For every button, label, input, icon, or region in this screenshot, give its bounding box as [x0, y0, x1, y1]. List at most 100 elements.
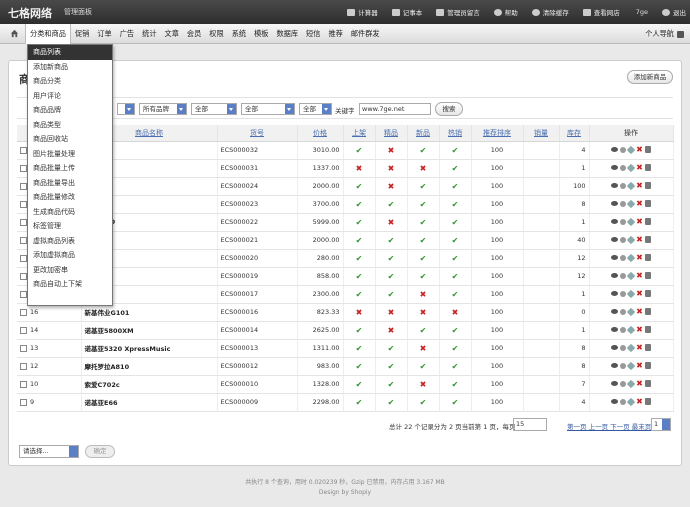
row-price[interactable]: 983.00 — [297, 357, 344, 376]
row-checkbox[interactable] — [20, 308, 27, 316]
row-flag-hot[interactable]: ✔ — [439, 195, 472, 214]
header-link-calculator[interactable]: 计算器 — [347, 7, 378, 17]
row-flag-hot[interactable]: ✔ — [439, 213, 472, 232]
delete-icon[interactable]: ✖ — [636, 325, 643, 333]
row-checkbox[interactable] — [20, 380, 27, 388]
row-stock[interactable]: 1 — [559, 159, 590, 178]
row-flag-new[interactable]: ✖ — [407, 375, 440, 394]
row-checkbox[interactable] — [20, 398, 27, 406]
row-stock[interactable]: 4 — [559, 393, 590, 412]
row-stock[interactable]: 8 — [559, 339, 590, 358]
row-sku[interactable]: ECS000032 — [217, 141, 298, 160]
edit-icon[interactable] — [620, 236, 627, 243]
edit-icon[interactable] — [620, 344, 627, 351]
row-checkbox[interactable] — [20, 182, 27, 190]
row-sort[interactable]: 100 — [471, 303, 524, 322]
row-name[interactable]: 诺基亚E66 — [81, 393, 218, 412]
row-price[interactable]: 5999.00 — [297, 213, 344, 232]
keyword-input[interactable]: www.7ge.net — [359, 103, 431, 115]
delete-icon[interactable]: ✖ — [636, 343, 643, 351]
row-price[interactable]: 2000.00 — [297, 231, 344, 250]
menu-item-add-product[interactable]: 添加新商品 — [28, 60, 112, 75]
row-sku[interactable]: ECS000016 — [217, 303, 298, 322]
row-flag-best[interactable]: ✔ — [375, 393, 408, 412]
nav-item-database[interactable]: 数据库 — [272, 24, 302, 44]
copy-icon[interactable] — [626, 163, 636, 172]
product-doc-icon[interactable] — [644, 344, 651, 351]
row-sku[interactable]: ECS000013 — [217, 339, 298, 358]
row-stock[interactable]: 8 — [559, 357, 590, 376]
copy-icon[interactable] — [626, 289, 636, 298]
row-flag-hot[interactable]: ✔ — [439, 159, 472, 178]
col-sort[interactable]: 推荐排序 — [471, 125, 524, 142]
row-price[interactable]: 1337.00 — [297, 159, 344, 178]
header-link-notepad[interactable]: 记事本 — [391, 7, 422, 17]
delete-icon[interactable]: ✖ — [636, 379, 643, 387]
product-doc-icon[interactable] — [644, 146, 651, 153]
product-doc-icon[interactable] — [644, 290, 651, 297]
filter-select-1[interactable]: 全部 — [191, 103, 237, 115]
col-stock[interactable]: 库存 — [559, 125, 590, 142]
row-sort[interactable]: 100 — [471, 231, 524, 250]
row-flag-on-sale[interactable]: ✔ — [343, 267, 376, 286]
col-hot[interactable]: 热销 — [439, 125, 472, 142]
row-sku[interactable]: ECS000009 — [217, 393, 298, 412]
view-icon[interactable] — [611, 381, 619, 386]
view-icon[interactable] — [611, 255, 619, 260]
row-flag-new[interactable]: ✔ — [407, 249, 440, 268]
menu-item-tags[interactable]: 标签管理 — [28, 219, 112, 234]
copy-icon[interactable] — [626, 379, 636, 388]
row-sku[interactable]: ECS000017 — [217, 285, 298, 304]
row-flag-hot[interactable]: ✖ — [439, 303, 472, 322]
row-flag-best[interactable]: ✔ — [375, 249, 408, 268]
header-link-view-store[interactable]: 查看网店 — [582, 7, 620, 17]
row-stock[interactable]: 1 — [559, 285, 590, 304]
delete-icon[interactable]: ✖ — [636, 145, 643, 153]
row-flag-on-sale[interactable]: ✔ — [343, 231, 376, 250]
row-stock[interactable]: 12 — [559, 249, 590, 268]
delete-icon[interactable]: ✖ — [636, 361, 643, 369]
row-flag-hot[interactable]: ✔ — [439, 285, 472, 304]
row-flag-hot[interactable]: ✔ — [439, 321, 472, 340]
edit-icon[interactable] — [620, 164, 627, 171]
product-doc-icon[interactable] — [644, 236, 651, 243]
nav-item-promotion[interactable]: 促销 — [71, 24, 93, 44]
menu-item-types[interactable]: 商品类型 — [28, 118, 112, 133]
delete-icon[interactable]: ✖ — [636, 217, 643, 225]
row-sku[interactable]: ECS000031 — [217, 159, 298, 178]
row-sort[interactable]: 100 — [471, 285, 524, 304]
row-flag-new[interactable]: ✔ — [407, 195, 440, 214]
view-icon[interactable] — [611, 399, 619, 404]
row-price[interactable]: 858.00 — [297, 267, 344, 286]
view-icon[interactable] — [611, 201, 619, 206]
product-doc-icon[interactable] — [644, 218, 651, 225]
nav-item-ads[interactable]: 广告 — [116, 24, 138, 44]
delete-icon[interactable]: ✖ — [636, 235, 643, 243]
row-flag-on-sale[interactable]: ✖ — [343, 159, 376, 178]
row-price[interactable]: 2625.00 — [297, 321, 344, 340]
view-icon[interactable] — [611, 363, 619, 368]
nav-item-mail[interactable]: 邮件群发 — [347, 24, 384, 44]
row-flag-best[interactable]: ✔ — [375, 267, 408, 286]
product-doc-icon[interactable] — [644, 182, 651, 189]
home-icon[interactable] — [10, 29, 19, 38]
filter-select-2[interactable]: 全部 — [241, 103, 295, 115]
menu-item-virtual-list[interactable]: 虚拟商品列表 — [28, 234, 112, 249]
row-stock[interactable]: 1 — [559, 321, 590, 340]
menu-item-auto-shelf[interactable]: 商品自动上下架 — [28, 277, 112, 292]
row-flag-new[interactable]: ✔ — [407, 141, 440, 160]
row-stock[interactable]: 1 — [559, 213, 590, 232]
row-flag-hot[interactable]: ✔ — [439, 177, 472, 196]
product-doc-icon[interactable] — [644, 398, 651, 405]
product-doc-icon[interactable] — [644, 272, 651, 279]
category-select[interactable] — [117, 103, 135, 115]
nav-item-sms[interactable]: 短信 — [302, 24, 324, 44]
row-price[interactable]: 1311.00 — [297, 339, 344, 358]
row-flag-hot[interactable]: ✔ — [439, 141, 472, 160]
copy-icon[interactable] — [626, 235, 636, 244]
copy-icon[interactable] — [626, 253, 636, 262]
row-flag-new[interactable]: ✔ — [407, 357, 440, 376]
delete-icon[interactable]: ✖ — [636, 271, 643, 279]
row-flag-on-sale[interactable]: ✔ — [343, 195, 376, 214]
row-flag-hot[interactable]: ✔ — [439, 339, 472, 358]
